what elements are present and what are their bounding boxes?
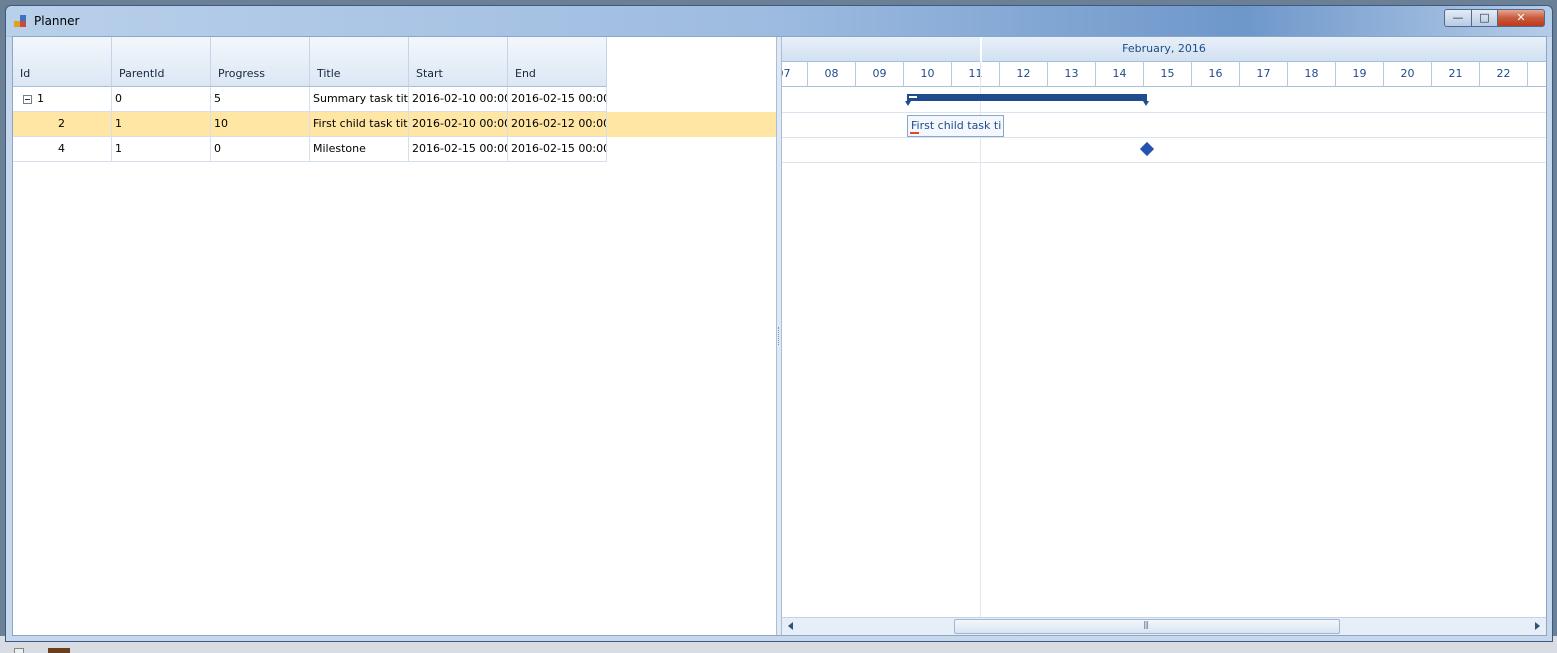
task-bar-label: First child task titl	[911, 119, 1001, 132]
row-divider	[782, 162, 1546, 163]
cell-end: 2016-02-12 00:00:	[508, 112, 607, 137]
app-icon	[14, 15, 27, 28]
cell-parentid: 1	[112, 112, 211, 137]
cell-id: 1	[13, 87, 112, 112]
minimize-button[interactable]: —	[1444, 9, 1472, 27]
cell-id: 2	[13, 112, 112, 137]
column-label: Title	[317, 67, 341, 80]
day-label: 19	[1336, 62, 1384, 87]
row-divider	[782, 112, 1546, 113]
day-label: 15	[1144, 62, 1192, 87]
title-bar[interactable]: Planner — □ ✕	[6, 6, 1552, 36]
background-icon	[14, 648, 24, 653]
cell-start: 2016-02-10 00:00:	[409, 87, 508, 112]
cell-end: 2016-02-15 00:00:	[508, 137, 607, 162]
column-header-progress[interactable]: Progress	[211, 37, 310, 87]
timeline-day-header: 07 08 09 10 11 12 13 14 15 16 17 18 19 2…	[782, 62, 1546, 87]
cell-title: Milestone	[310, 137, 409, 162]
task-grid: Id ParentId Progress Title Start End 1 0…	[13, 37, 776, 635]
collapse-icon[interactable]	[23, 95, 32, 104]
window-title: Planner	[34, 14, 80, 28]
day-label: 08	[808, 62, 856, 87]
column-label: End	[515, 67, 536, 80]
timeline-month-header: February, 2016	[782, 37, 1546, 62]
task-progress	[910, 132, 919, 134]
milestone-diamond-icon[interactable]	[1139, 141, 1155, 157]
scroll-right-icon[interactable]	[1535, 622, 1540, 630]
day-label: 20	[1384, 62, 1432, 87]
day-label: 10	[904, 62, 952, 87]
cell-progress: 10	[211, 112, 310, 137]
day-label: 22	[1480, 62, 1528, 87]
day-label: 13	[1048, 62, 1096, 87]
horizontal-scrollbar[interactable]	[782, 617, 1546, 635]
cell-id: 4	[13, 137, 112, 162]
column-header-end[interactable]: End	[508, 37, 607, 87]
child-task-bar[interactable]: First child task titl	[907, 115, 1004, 137]
cell-title: First child task title	[310, 112, 409, 137]
column-label: Id	[20, 67, 31, 80]
cell-start: 2016-02-10 00:00:	[409, 112, 508, 137]
column-label: Start	[416, 67, 443, 80]
day-label: 09	[856, 62, 904, 87]
planner-window: Planner — □ ✕ Id ParentId Progress Title…	[5, 5, 1553, 642]
maximize-button[interactable]: □	[1471, 9, 1498, 27]
column-label: Progress	[218, 67, 265, 80]
day-label: 18	[1288, 62, 1336, 87]
cell-title: Summary task title	[310, 87, 409, 112]
day-label: 11	[952, 62, 1000, 87]
day-label: 14	[1096, 62, 1144, 87]
table-row[interactable]: 4 1 0 Milestone 2016-02-15 00:00: 2016-0…	[13, 137, 776, 162]
grid-header: Id ParentId Progress Title Start End	[13, 37, 607, 87]
splitter-grip-icon	[778, 327, 780, 345]
column-label: ParentId	[119, 67, 165, 80]
scroll-left-icon[interactable]	[788, 622, 793, 630]
column-header-start[interactable]: Start	[409, 37, 508, 87]
table-row[interactable]: 1 0 5 Summary task title 2016-02-10 00:0…	[13, 87, 776, 112]
cell-parentid: 1	[112, 137, 211, 162]
gantt-timeline: February, 2016 07 08 09 10 11 12 13 14 1…	[782, 37, 1546, 635]
column-header-title[interactable]: Title	[310, 37, 409, 87]
summary-progress	[909, 96, 917, 98]
scrollbar-thumb[interactable]	[954, 619, 1340, 634]
close-button[interactable]: ✕	[1497, 9, 1545, 27]
column-header-id[interactable]: Id	[13, 37, 112, 87]
cell-progress: 0	[211, 137, 310, 162]
day-label: 12	[1000, 62, 1048, 87]
cell-id-text: 1	[37, 92, 44, 105]
cell-progress: 5	[211, 87, 310, 112]
cell-end: 2016-02-15 00:00:	[508, 87, 607, 112]
column-header-parentid[interactable]: ParentId	[112, 37, 211, 87]
day-label: 07	[782, 62, 808, 87]
background-icon	[48, 648, 70, 653]
current-date-marker	[980, 37, 982, 62]
day-label: 16	[1192, 62, 1240, 87]
table-row[interactable]: 2 1 10 First child task title 2016-02-10…	[13, 112, 776, 137]
cell-parentid: 0	[112, 87, 211, 112]
row-divider	[782, 137, 1546, 138]
day-label: 21	[1432, 62, 1480, 87]
planner-client-area: Id ParentId Progress Title Start End 1 0…	[12, 36, 1547, 636]
day-label: 17	[1240, 62, 1288, 87]
summary-task-bar[interactable]	[905, 94, 1149, 106]
cell-start: 2016-02-15 00:00:	[409, 137, 508, 162]
